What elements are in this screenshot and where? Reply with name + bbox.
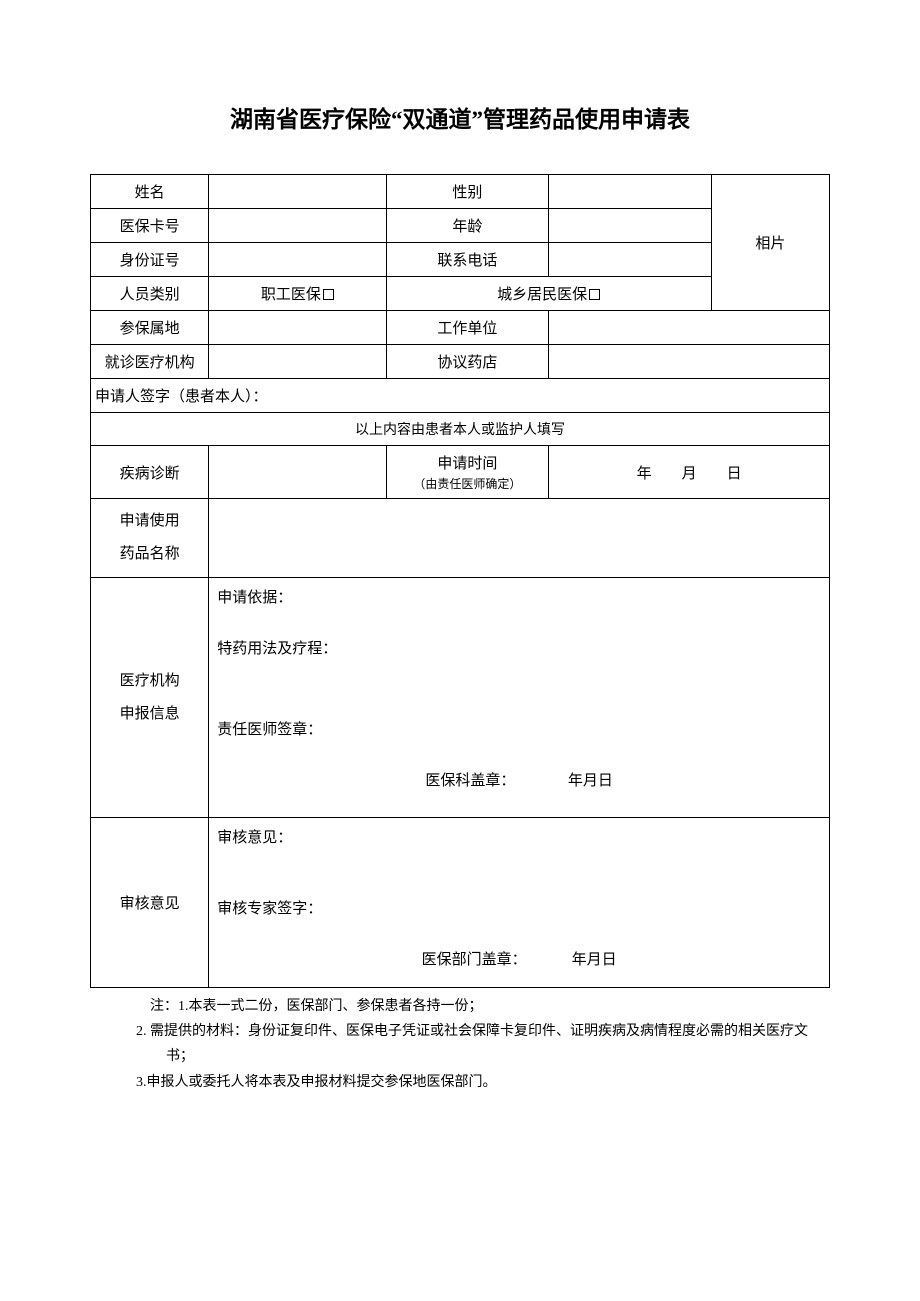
option-employee[interactable]: 职工医保	[209, 277, 386, 311]
checkbox-icon[interactable]	[323, 289, 334, 300]
field-phone[interactable]	[549, 243, 712, 277]
label-phone: 联系电话	[386, 243, 549, 277]
label-card: 医保卡号	[91, 209, 209, 243]
label-diagnosis: 疾病诊断	[91, 446, 209, 499]
label-review: 审核意见	[91, 818, 209, 988]
basis-label: 申请依据：	[217, 586, 821, 607]
field-apply-time[interactable]: 年 月 日	[549, 446, 830, 499]
field-work-unit[interactable]	[549, 311, 830, 345]
section-patient-note: 以上内容由患者本人或监护人填写	[91, 413, 830, 446]
label-insured-area: 参保属地	[91, 311, 209, 345]
label-hospital: 就诊医疗机构	[91, 345, 209, 379]
institution-info-block[interactable]: 申请依据： 特药用法及疗程： 责任医师签章： 医保科盖章： 年月日	[209, 578, 830, 818]
label-age: 年龄	[386, 209, 549, 243]
expert-sign-label: 审核专家签字：	[217, 897, 821, 918]
note-3: 3.申报人或委托人将本表及申报材料提交参保地医保部门。	[120, 1070, 830, 1095]
applicant-signature[interactable]: 申请人签字（患者本人）：	[91, 379, 830, 413]
note-2: 2. 需提供的材料：身份证复印件、医保电子凭证或社会保障卡复印件、证明疾病及病情…	[120, 1019, 830, 1069]
field-drug-name[interactable]	[209, 499, 830, 578]
usage-label: 特药用法及疗程：	[217, 637, 821, 658]
photo-box: 相片	[711, 175, 829, 311]
field-idno[interactable]	[209, 243, 386, 277]
field-card[interactable]	[209, 209, 386, 243]
label-pharmacy: 协议药店	[386, 345, 549, 379]
field-gender[interactable]	[549, 175, 712, 209]
label-idno: 身份证号	[91, 243, 209, 277]
dept-stamp-line: 医保科盖章： 年月日	[217, 769, 821, 790]
field-hospital[interactable]	[209, 345, 386, 379]
checkbox-icon[interactable]	[589, 289, 600, 300]
review-opinion-label: 审核意见：	[217, 826, 821, 847]
bureau-stamp-line: 医保部门盖章： 年月日	[217, 948, 821, 969]
form-title: 湖南省医疗保险“双通道”管理药品使用申请表	[90, 100, 830, 134]
label-work-unit: 工作单位	[386, 311, 549, 345]
footer-notes: 注：1.本表一式二份，医保部门、参保患者各持一份； 2. 需提供的材料：身份证复…	[90, 994, 830, 1095]
label-category: 人员类别	[91, 277, 209, 311]
field-insured-area[interactable]	[209, 311, 386, 345]
apply-time-note: （由责任医师确定）	[391, 475, 545, 492]
note-1: 注：1.本表一式二份，医保部门、参保患者各持一份；	[120, 994, 830, 1019]
application-form: 姓名 性别 相片 医保卡号 年龄 身份证号 联系电话 人员类别 职工医保 城乡居…	[90, 174, 830, 988]
label-gender: 性别	[386, 175, 549, 209]
label-name: 姓名	[91, 175, 209, 209]
review-block[interactable]: 审核意见： 审核专家签字： 医保部门盖章： 年月日	[209, 818, 830, 988]
label-institution-info: 医疗机构申报信息	[91, 578, 209, 818]
field-name[interactable]	[209, 175, 386, 209]
label-drug-name: 申请使用药品名称	[91, 499, 209, 578]
doctor-sign-label: 责任医师签章：	[217, 718, 821, 739]
field-pharmacy[interactable]	[549, 345, 830, 379]
label-apply-time: 申请时间 （由责任医师确定）	[386, 446, 549, 499]
field-diagnosis[interactable]	[209, 446, 386, 499]
field-age[interactable]	[549, 209, 712, 243]
option-resident[interactable]: 城乡居民医保	[386, 277, 711, 311]
